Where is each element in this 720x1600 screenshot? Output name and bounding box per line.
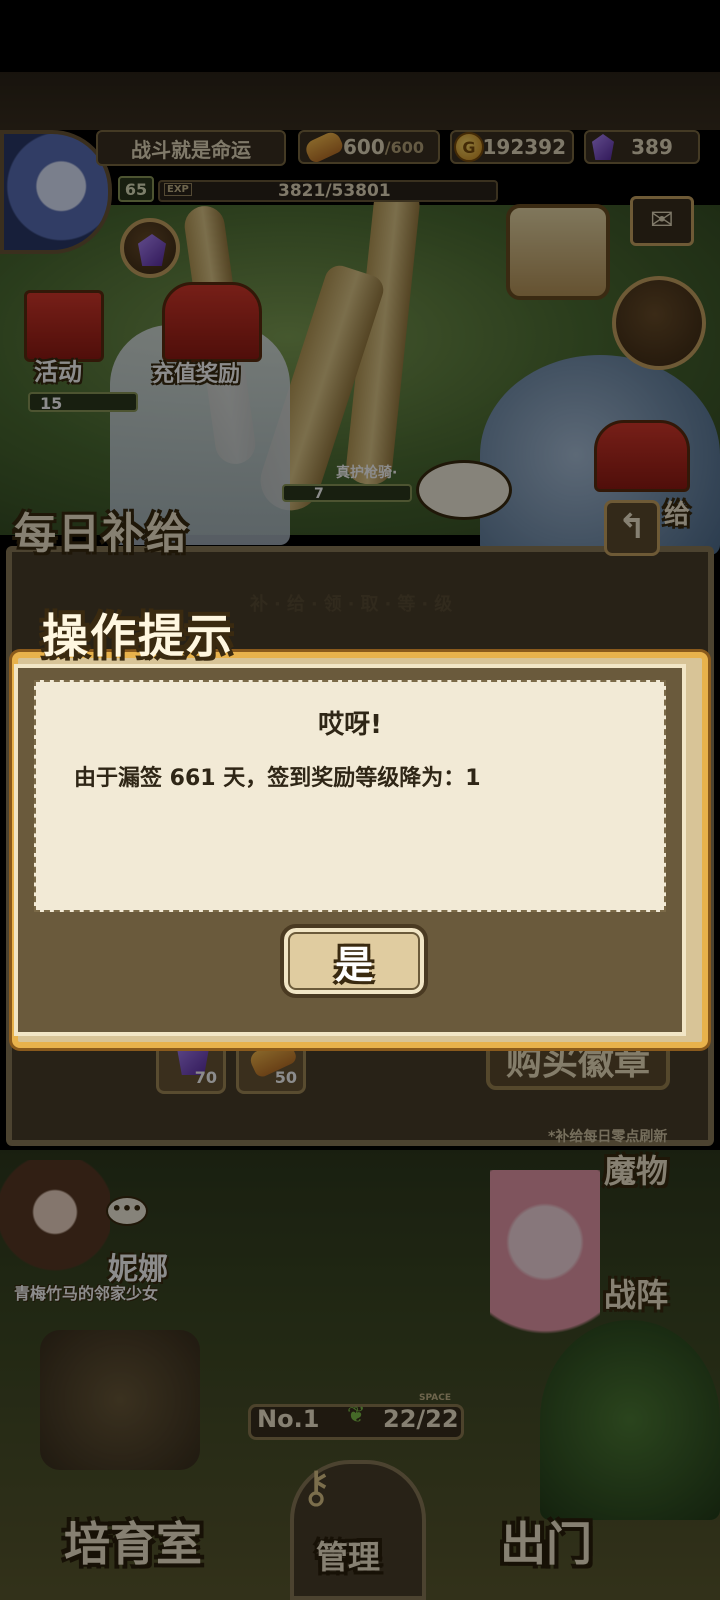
dialog-heading: 哎呀! [318,710,382,740]
dialog-title: 操作提示 [42,609,234,663]
status-bar [0,0,720,72]
confirm-yes-button[interactable]: 是 [280,924,428,998]
dialog-message: 由于漏签 661 天，签到奖励等级降为：1 [74,766,481,791]
